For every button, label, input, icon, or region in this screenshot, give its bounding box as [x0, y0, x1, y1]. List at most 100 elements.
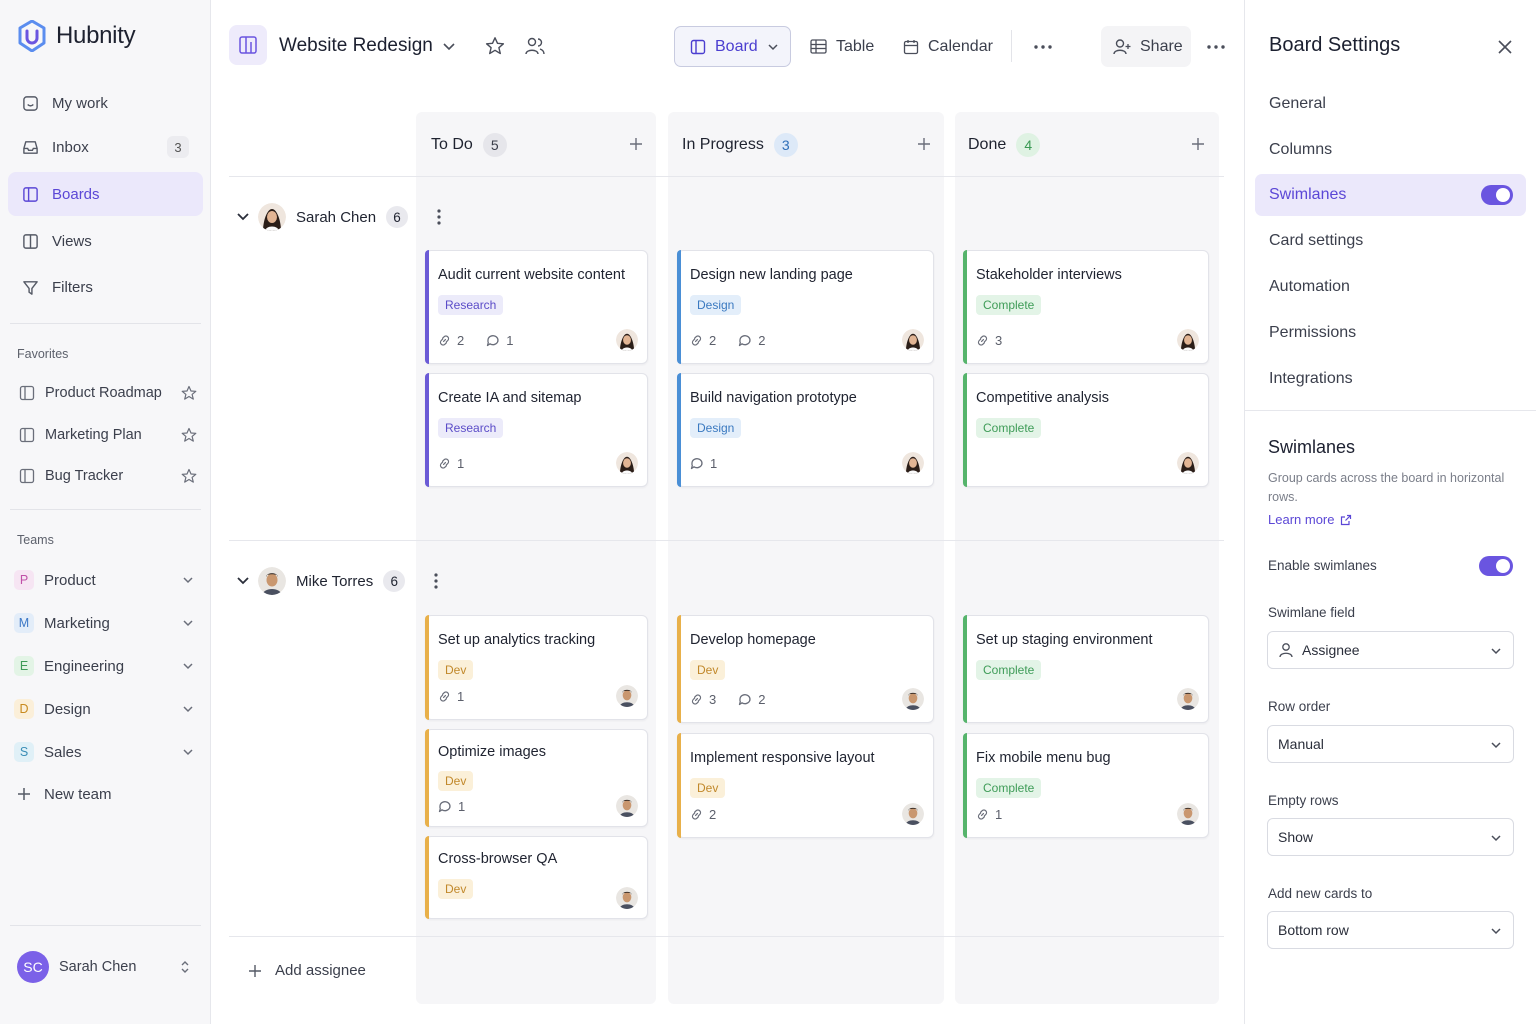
- more-vertical-icon[interactable]: [436, 208, 442, 226]
- task-card[interactable]: Optimize images Dev 1: [425, 729, 648, 827]
- board-icon: [23, 186, 38, 202]
- plus-icon[interactable]: [916, 136, 932, 152]
- row-order-select[interactable]: Manual: [1267, 725, 1514, 763]
- task-card[interactable]: Set up analytics tracking Dev 1: [425, 615, 648, 720]
- chevron-down-icon[interactable]: [182, 746, 194, 758]
- favorite-item-marketing-plan[interactable]: Marketing Plan: [19, 420, 199, 450]
- team-item-engineering[interactable]: E Engineering: [14, 651, 198, 681]
- settings-nav-automation[interactable]: Automation: [1255, 266, 1526, 308]
- chevron-down-icon[interactable]: [182, 617, 194, 629]
- task-card[interactable]: Competitive analysis Complete: [963, 373, 1209, 487]
- card-tag: Dev: [690, 660, 726, 680]
- card-title: Set up staging environment: [976, 632, 1153, 648]
- column-count-badge: 3: [773, 133, 798, 157]
- close-icon[interactable]: [1497, 39, 1513, 55]
- settings-nav-integrations[interactable]: Integrations: [1255, 358, 1526, 400]
- share-button[interactable]: Share: [1101, 26, 1191, 67]
- app-logo[interactable]: Hubnity: [18, 20, 136, 52]
- swimlane-field-label: Swimlane field: [1268, 605, 1356, 620]
- column-header-in-progress[interactable]: In Progress 3: [682, 131, 798, 159]
- view-calendar-button[interactable]: Calendar: [903, 26, 993, 67]
- settings-nav-general[interactable]: General: [1255, 83, 1526, 125]
- views-icon: [23, 233, 38, 249]
- team-item-design[interactable]: D Design: [14, 694, 198, 724]
- settings-nav-card-settings[interactable]: Card settings: [1255, 220, 1526, 262]
- task-card[interactable]: Fix mobile menu bug Complete 1: [963, 733, 1209, 838]
- chevron-down-icon[interactable]: [442, 41, 456, 53]
- add-assignee-button[interactable]: Add assignee: [229, 937, 1224, 1004]
- swimlane-count-badge: 6: [386, 206, 409, 228]
- team-item-marketing[interactable]: M Marketing: [14, 608, 198, 638]
- more-horizontal-icon[interactable]: [1206, 44, 1226, 50]
- settings-nav-columns[interactable]: Columns: [1255, 129, 1526, 171]
- favorite-item-label: Marketing Plan: [45, 427, 142, 443]
- task-card[interactable]: Implement responsive layout Dev 2: [677, 733, 934, 838]
- star-icon[interactable]: [181, 385, 197, 401]
- card-tag: Dev: [438, 660, 474, 680]
- sidebar-item-inbox[interactable]: Inbox 3: [8, 125, 203, 169]
- user-add-icon: [1113, 38, 1131, 54]
- swimlane-header-sarah-chen[interactable]: Sarah Chen 6: [236, 201, 442, 233]
- team-item-product[interactable]: P Product: [14, 565, 198, 595]
- favorite-item-bug-tracker[interactable]: Bug Tracker: [19, 461, 199, 491]
- new-team-button[interactable]: New team: [14, 779, 198, 809]
- team-item-sales[interactable]: S Sales: [14, 737, 198, 767]
- star-icon[interactable]: [485, 36, 505, 56]
- plus-icon[interactable]: [628, 136, 644, 152]
- swimlanes-nav-toggle[interactable]: [1481, 185, 1513, 205]
- section-description: Group cards across the board in horizont…: [1268, 471, 1505, 504]
- board-icon-box: [229, 25, 267, 65]
- task-card[interactable]: Build navigation prototype Design 1: [677, 373, 934, 487]
- team-name: Sales: [44, 743, 82, 761]
- swimlane-field-select[interactable]: Assignee: [1267, 631, 1514, 669]
- view-table-button[interactable]: Table: [810, 26, 874, 67]
- swimlane-header-mike-torres[interactable]: Mike Torres 6: [236, 565, 439, 597]
- favorite-item-product-roadmap[interactable]: Product Roadmap: [19, 378, 199, 408]
- settings-nav-permissions[interactable]: Permissions: [1255, 312, 1526, 354]
- more-horizontal-icon[interactable]: [1033, 44, 1053, 50]
- view-board-label: Board: [715, 37, 758, 55]
- sidebar-item-my-work[interactable]: My work: [8, 81, 203, 125]
- column-header-done[interactable]: Done 4: [968, 131, 1041, 159]
- avatar: [1177, 803, 1199, 825]
- task-card[interactable]: Develop homepage Dev 3 2: [677, 615, 934, 723]
- chevron-down-icon[interactable]: [236, 575, 250, 587]
- star-icon[interactable]: [181, 468, 197, 484]
- task-card[interactable]: Audit current website content Research 2…: [425, 250, 648, 364]
- members-icon[interactable]: [524, 36, 546, 56]
- card-title: Build navigation prototype: [690, 390, 857, 406]
- view-board-button[interactable]: Board: [674, 26, 791, 67]
- task-card[interactable]: Stakeholder interviews Complete 3: [963, 250, 1209, 364]
- task-card[interactable]: Create IA and sitemap Research 1: [425, 373, 648, 487]
- board-icon: [19, 427, 35, 443]
- task-card[interactable]: Design new landing page Design 2 2: [677, 250, 934, 364]
- chevron-down-icon[interactable]: [182, 574, 194, 586]
- add-cards-select[interactable]: Bottom row: [1267, 911, 1514, 949]
- learn-more-label: Learn more: [1268, 512, 1335, 527]
- chevron-down-icon[interactable]: [236, 211, 250, 223]
- empty-rows-select[interactable]: Show: [1267, 818, 1514, 856]
- column-header-todo[interactable]: To Do 5: [431, 131, 507, 159]
- sidebar-item-filters[interactable]: Filters: [8, 265, 203, 309]
- task-card[interactable]: Set up staging environment Complete: [963, 615, 1209, 723]
- add-assignee-label: Add assignee: [275, 962, 366, 979]
- board-icon: [239, 36, 257, 54]
- filter-icon: [23, 280, 38, 295]
- plus-icon[interactable]: [1190, 136, 1206, 152]
- sidebar-item-views[interactable]: Views: [8, 219, 203, 263]
- avatar: [616, 795, 638, 817]
- more-vertical-icon[interactable]: [433, 572, 439, 590]
- user-menu[interactable]: SC Sarah Chen: [17, 950, 197, 984]
- sidebar-item-boards[interactable]: Boards: [8, 172, 203, 216]
- chevron-down-icon[interactable]: [182, 660, 194, 672]
- learn-more-link[interactable]: Learn more: [1268, 512, 1352, 527]
- star-icon[interactable]: [181, 427, 197, 443]
- settings-nav-swimlanes[interactable]: Swimlanes: [1255, 174, 1526, 216]
- chevron-down-icon[interactable]: [182, 703, 194, 715]
- team-badge: E: [14, 656, 34, 676]
- card-color-bar: [677, 615, 681, 723]
- comment-count: 1: [710, 456, 718, 471]
- enable-swimlanes-toggle[interactable]: [1479, 556, 1513, 576]
- card-tag: Dev: [438, 879, 474, 899]
- task-card[interactable]: Cross-browser QA Dev: [425, 836, 648, 919]
